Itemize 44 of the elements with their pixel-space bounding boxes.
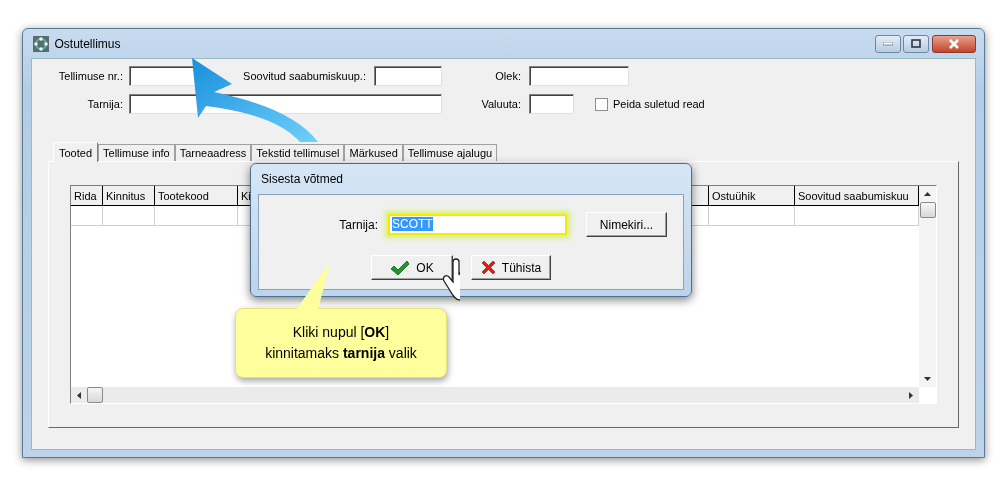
minimize-icon — [882, 41, 893, 46]
field-label: Tarnija: — [338, 216, 378, 234]
hand-cursor-icon — [442, 258, 460, 301]
cross-icon — [480, 260, 496, 275]
currency-field[interactable] — [529, 94, 574, 114]
scroll-thumb[interactable] — [87, 387, 103, 403]
column-header: Kinnitus — [106, 190, 146, 202]
tab[interactable]: Märkused — [344, 144, 403, 161]
tab[interactable]: Tellimuse info — [98, 144, 175, 161]
tab[interactable]: Tarneaadress — [174, 144, 252, 161]
close-icon — [948, 38, 960, 49]
status-field[interactable] — [529, 66, 629, 86]
checkbox[interactable] — [595, 97, 608, 111]
horizontal-scrollbar[interactable] — [71, 387, 919, 403]
checkmark-icon — [390, 259, 411, 276]
tab[interactable]: Tellimuse ajalugu — [402, 144, 498, 161]
field-label: Tellimuse nr.: — [57, 68, 123, 84]
maximize-button[interactable] — [903, 34, 930, 53]
arrival-date-field[interactable] — [374, 66, 442, 86]
cancel-button[interactable]: Tühista — [471, 255, 551, 280]
field-label: Soovitud saabumiskuup.: — [242, 68, 366, 84]
dialog-title: Sisesta võtmed — [260, 171, 345, 188]
column-header: Rida — [74, 190, 97, 202]
ok-button[interactable]: OK — [371, 255, 453, 280]
vertical-scrollbar[interactable] — [919, 186, 936, 387]
window-title: Ostutellimus — [54, 35, 122, 53]
field-label: Valuuta: — [480, 96, 521, 112]
scroll-thumb[interactable] — [919, 202, 936, 218]
column-header: Tootekood — [158, 190, 209, 202]
app-icon — [33, 35, 49, 52]
field-label: Tarnija: — [86, 96, 123, 112]
maximize-icon — [911, 39, 922, 48]
minimize-button[interactable] — [874, 34, 901, 53]
callout-text: Kliki nupul [OK] kinnitamaks tarnija valik — [265, 323, 417, 363]
column-header: Soovitud saabumiskuu — [798, 190, 909, 202]
tab[interactable]: Tooted — [53, 142, 99, 162]
column-header: Ki — [241, 190, 251, 202]
column-header: Ostuühik — [712, 190, 756, 202]
list-button[interactable]: Nimekiri... — [586, 212, 667, 237]
order-number-field[interactable] — [129, 66, 197, 86]
field-label: Olek: — [494, 68, 521, 84]
tab[interactable]: Tekstid tellimusel — [251, 144, 345, 161]
close-button[interactable] — [932, 34, 976, 53]
checkbox-label: Peida suletud read — [613, 96, 705, 112]
